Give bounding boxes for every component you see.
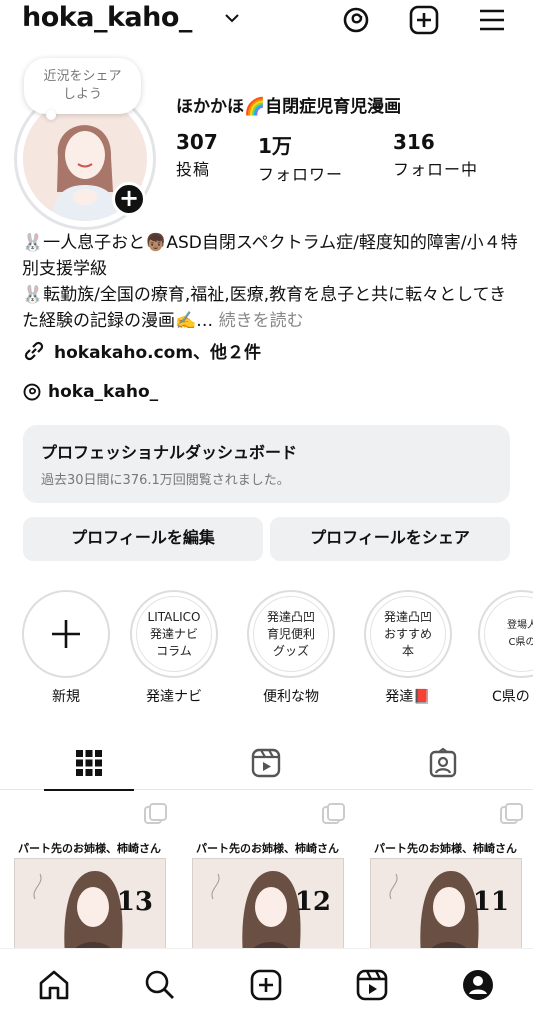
profile-link[interactable]: hokakaho.com、他２件 (22, 338, 261, 363)
plus-icon (52, 620, 80, 648)
highlight-cover-text: 発達凸凹 おすすめ 本 (370, 596, 446, 672)
bio-line-1: 🐰一人息子おと👦🏽ASD自閉スペクトラム症/軽度知的障害/小４特別支援学級 (22, 233, 518, 279)
threads-icon[interactable] (340, 4, 372, 36)
bio: 🐰一人息子おと👦🏽ASD自閉スペクトラム症/軽度知的障害/小４特別支援学級 🐰転… (22, 230, 522, 334)
highlight-item[interactable]: LITALICO 発達ナビ コラム 発達ナビ (128, 590, 220, 706)
dashboard-subtitle: 過去30日間に376.1万回閲覧されました。 (41, 473, 290, 488)
stat-followers-value: 1万 (258, 134, 292, 158)
menu-icon[interactable] (476, 4, 508, 36)
tab-tagged[interactable] (398, 735, 488, 790)
tab-reels[interactable] (221, 735, 311, 790)
display-name: ほかかほ🌈自閉症児育児漫画 (176, 97, 402, 117)
highlight-item[interactable]: 発達凸凹 おすすめ 本 発達📕 (362, 590, 454, 706)
post-title: パート先のお姉様、柿崎さん (18, 842, 161, 855)
highlight-label: C県の (492, 689, 530, 705)
post-thumbnail: 11 (370, 858, 522, 956)
nav-profile[interactable] (460, 967, 496, 1003)
stat-following-label: フォロー中 (393, 160, 479, 179)
profile-tabs (0, 735, 533, 791)
post-episode-number: 13 (116, 887, 153, 917)
stat-following-value: 316 (393, 130, 435, 154)
professional-dashboard[interactable]: プロフェッショナルダッシュボード 過去30日間に376.1万回閲覧されました。 (23, 425, 510, 503)
highlight-cover-text: 登場人 C県の (484, 596, 533, 672)
dashboard-title: プロフェッショナルダッシュボード (41, 443, 298, 462)
post-episode-number: 11 (472, 887, 509, 917)
home-icon (39, 970, 69, 1000)
post-thumbnail: 13 (14, 858, 166, 956)
create-post-icon[interactable] (408, 4, 440, 36)
reels-nav-icon (356, 969, 388, 1001)
carousel-icon (500, 803, 523, 824)
post-title: パート先のお姉様、柿崎さん (196, 842, 339, 855)
note-bubble-text: 近況をシェア しよう (43, 69, 122, 102)
nav-home[interactable] (36, 967, 72, 1003)
note-bubble[interactable]: 近況をシェア しよう (24, 58, 141, 114)
highlight-cover-text: LITALICO 発達ナビ コラム (136, 596, 212, 672)
link-icon (24, 341, 44, 360)
read-more-link[interactable]: 続きを読む (219, 311, 304, 331)
threads-handle: hoka_kaho_ (48, 382, 159, 402)
tagged-icon (429, 747, 457, 777)
create-icon (250, 969, 282, 1001)
highlight-cover-text: 発達凸凹 育児便利 グッズ (253, 596, 329, 672)
threads-small-icon (23, 383, 41, 401)
highlight-item[interactable]: 登場人 C県の C県の (478, 590, 533, 706)
username-switcher[interactable]: hoka_kaho_ (22, 2, 192, 33)
note-bubble-tail (46, 110, 56, 120)
stat-posts[interactable]: 307 投稿 (176, 130, 218, 180)
highlight-label: 発達📕 (385, 689, 431, 705)
tab-grid[interactable] (44, 735, 134, 791)
stat-posts-value: 307 (176, 130, 218, 154)
post-title: パート先のお姉様、柿崎さん (374, 842, 517, 855)
highlight-label: 便利な物 (263, 689, 319, 705)
highlight-item[interactable]: 発達凸凹 育児便利 グッズ 便利な物 (245, 590, 337, 706)
post-thumbnail: 12 (192, 858, 344, 956)
add-story-button[interactable]: + (112, 182, 146, 216)
edit-profile-button[interactable]: プロフィールを編集 (23, 517, 263, 561)
bottom-nav (0, 948, 533, 1024)
grid-post[interactable]: パート先のお姉様、柿崎さん 11 (356, 796, 531, 956)
nav-create[interactable] (248, 967, 284, 1003)
stat-followers-label: フォロワー (258, 165, 344, 184)
highlight-label: 発達ナビ (146, 689, 202, 705)
profile-link-text: hokakaho.com、他２件 (54, 343, 262, 363)
post-episode-number: 12 (294, 887, 331, 917)
nav-reels[interactable] (354, 967, 390, 1003)
nav-search[interactable] (142, 967, 178, 1003)
chevron-down-icon[interactable] (224, 10, 240, 26)
carousel-icon (322, 803, 345, 824)
grid-post[interactable]: パート先のお姉様、柿崎さん 12 (178, 796, 353, 956)
grid-post[interactable]: パート先のお姉様、柿崎さん 13 (0, 796, 175, 956)
highlight-new[interactable]: 新規 (20, 590, 112, 706)
carousel-icon (144, 803, 167, 824)
top-header: hoka_kaho_ (0, 0, 533, 44)
grid-icon (76, 749, 102, 776)
stat-posts-label: 投稿 (176, 160, 211, 179)
threads-badge[interactable]: hoka_kaho_ (22, 382, 158, 402)
highlight-label: 新規 (52, 689, 80, 705)
stat-followers[interactable]: 1万 フォロワー (258, 130, 343, 185)
search-icon (145, 970, 174, 999)
share-profile-button[interactable]: プロフィールをシェア (270, 517, 510, 561)
stat-following[interactable]: 316 フォロー中 (393, 130, 478, 180)
profile-avatar-icon (463, 970, 493, 1000)
reels-icon (251, 748, 281, 777)
